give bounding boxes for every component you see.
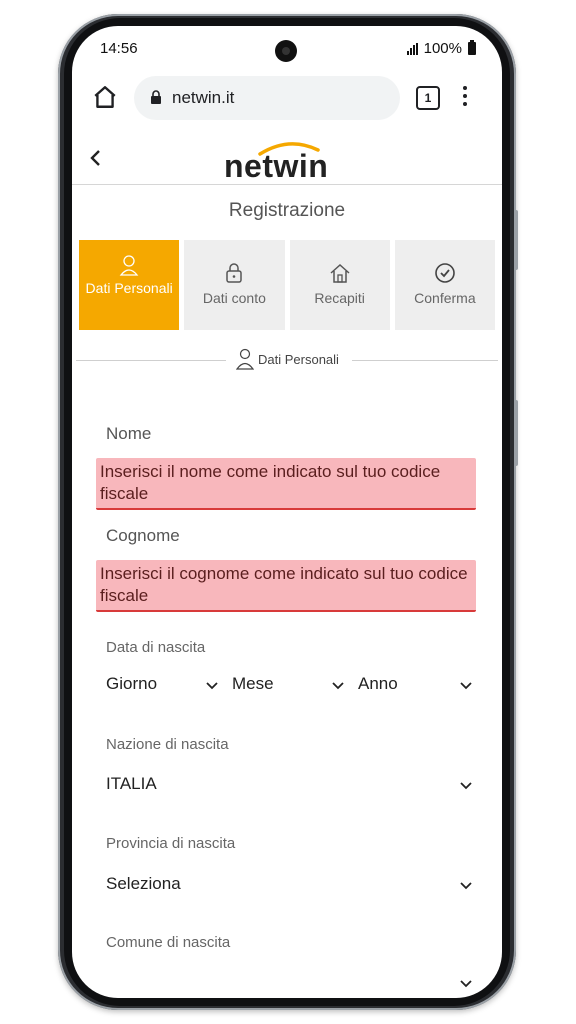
step-label: Dati Personali	[85, 280, 173, 296]
chevron-down-icon	[460, 682, 472, 690]
nazione-value: ITALIA	[106, 774, 157, 793]
power-button	[514, 400, 518, 466]
user-icon	[119, 255, 139, 276]
check-circle-icon	[435, 263, 455, 283]
mese-select[interactable]: Mese	[232, 674, 348, 704]
browser-toolbar: netwin.it 1	[72, 74, 502, 126]
nazione-label: Nazione di nascita	[106, 736, 229, 753]
step-recapiti[interactable]: Recapiti	[289, 240, 390, 330]
netwin-logo: netwin	[224, 140, 354, 184]
app-header: netwin	[72, 134, 502, 185]
user-icon	[236, 348, 254, 370]
cognome-error-field[interactable]: Inserisci il cognome come indicato sul t…	[96, 560, 476, 612]
registration-steps: Dati Personali Dati conto Recapiti Confe…	[79, 240, 495, 330]
home-icon[interactable]	[92, 84, 118, 110]
lock-icon	[151, 90, 161, 104]
battery-percent: 100%	[423, 40, 462, 57]
section-title: Dati Personali	[232, 348, 343, 370]
chevron-down-icon	[460, 882, 472, 890]
section-label: Dati Personali	[258, 351, 339, 367]
nome-label: Nome	[106, 424, 152, 443]
battery-icon	[468, 40, 476, 55]
data-nascita-label: Data di nascita	[106, 639, 206, 656]
status-right: 100%	[406, 40, 476, 57]
comune-label: Comune di nascita	[106, 934, 231, 951]
step-dati-personali[interactable]: Dati Personali	[79, 240, 180, 330]
chevron-down-icon	[332, 682, 344, 690]
screen: 14:56 100% netwin.it 1 netwin Registrazi…	[72, 26, 502, 998]
tab-switcher-button[interactable]: 1	[416, 86, 440, 110]
anno-select[interactable]: Anno	[358, 674, 478, 704]
address-bar[interactable]: netwin.it	[134, 76, 400, 120]
nazione-select[interactable]: ITALIA	[106, 774, 478, 804]
status-bar: 14:56 100%	[72, 26, 502, 72]
house-icon	[330, 263, 350, 283]
provincia-select[interactable]: Seleziona	[106, 874, 478, 904]
logo-text: netwin	[224, 148, 329, 184]
lock-icon	[226, 263, 243, 283]
step-label: Dati conto	[202, 290, 266, 306]
provincia-label: Provincia di nascita	[106, 835, 236, 852]
chevron-down-icon	[206, 682, 218, 690]
giorno-select[interactable]: Giorno	[106, 674, 222, 704]
provincia-value: Seleziona	[106, 874, 181, 893]
divider-line	[352, 360, 498, 361]
page-title: Registrazione	[228, 200, 346, 221]
step-label: Recapiti	[314, 290, 365, 306]
mese-value: Mese	[232, 674, 274, 693]
back-arrow-icon[interactable]	[88, 148, 104, 168]
chevron-down-icon	[460, 782, 472, 790]
url-text: netwin.it	[172, 88, 235, 107]
step-conferma[interactable]: Conferma	[394, 240, 495, 330]
cognome-label: Cognome	[106, 526, 180, 545]
nome-error-field[interactable]: Inserisci il nome come indicato sul tuo …	[96, 458, 476, 510]
signal-icon	[406, 42, 418, 55]
more-menu-icon[interactable]	[462, 86, 468, 110]
step-label: Conferma	[414, 290, 476, 306]
anno-value: Anno	[358, 674, 398, 693]
section-header: Dati Personali	[72, 346, 502, 376]
volume-button	[514, 210, 518, 270]
front-camera	[275, 40, 297, 62]
giorno-value: Giorno	[106, 674, 158, 693]
chevron-down-icon[interactable]	[460, 980, 472, 988]
step-dati-conto[interactable]: Dati conto	[184, 240, 285, 330]
divider-line	[76, 360, 226, 361]
data-nascita-selects: Giorno Mese Anno	[106, 674, 478, 704]
status-time: 14:56	[100, 40, 138, 57]
